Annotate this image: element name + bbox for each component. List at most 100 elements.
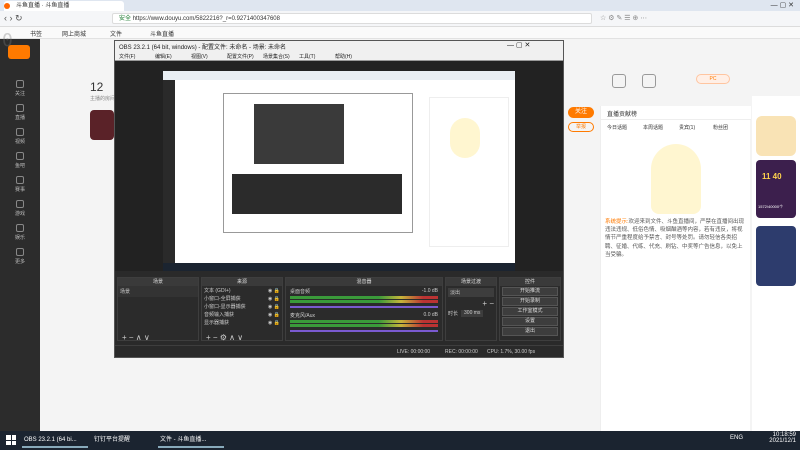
bookmark-item[interactable]: 网上商城: [62, 29, 86, 38]
source-item[interactable]: 音频输入捕获 ◉ 🔒: [204, 311, 280, 319]
obs-menu-item[interactable]: 编辑(E): [155, 53, 172, 60]
source-item[interactable]: 小窗口-显示器捕获 ◉ 🔒: [204, 303, 280, 311]
tab-fans[interactable]: 粉丝团: [713, 124, 728, 131]
nav-back-forward-icon[interactable]: ‹ › ↻: [4, 13, 23, 24]
source-item[interactable]: 文本 (GDI+) ◉ 🔒: [204, 287, 280, 295]
taskbar-item-dingtalk[interactable]: 钉钉平台提醒: [92, 433, 154, 448]
obs-menu-item[interactable]: 文件(F): [119, 53, 135, 60]
record-icon[interactable]: [612, 74, 626, 88]
nav-item[interactable]: 视频: [0, 126, 40, 148]
bookmark-item[interactable]: 文件: [110, 29, 122, 38]
source-item[interactable]: 显示器捕获 ◉ 🔒: [204, 319, 280, 327]
taskbar-item-browser[interactable]: 文件 - 斗鱼直播...: [158, 433, 224, 448]
event-badge[interactable]: [756, 116, 796, 156]
tab-week[interactable]: 本周话题: [643, 124, 663, 131]
obs-control-button[interactable]: 退出: [502, 327, 558, 336]
volume-slider[interactable]: [290, 306, 438, 308]
gift-rank-label: 直播贡献榜: [607, 112, 638, 118]
mixer-track-db: -1.0 dB: [421, 288, 438, 294]
nav-item[interactable]: 更多: [0, 246, 40, 268]
event-card[interactable]: 11 40 1572/40000个: [756, 160, 796, 218]
windows-start-icon[interactable]: [6, 435, 16, 445]
obs-control-button[interactable]: 开始录制: [502, 297, 558, 306]
chat-tabs[interactable]: 今日话题 本周话题 贵宾(1) 粉丝团: [601, 122, 751, 132]
audio-meter: [290, 300, 438, 303]
source-name: 显示器捕获: [204, 320, 230, 326]
obs-window-controls[interactable]: — ▢ ✕: [507, 41, 530, 49]
nav-icon: [16, 80, 24, 88]
preview-browser-bar: [163, 71, 515, 80]
source-name: 小窗口-全屏捕获: [204, 296, 241, 302]
url-input[interactable]: 安全 https://www.douyu.com/5822216?_r=0.92…: [112, 13, 592, 24]
taskbar-item-obs[interactable]: OBS 23.2.1 (64 bi...: [22, 433, 88, 448]
nested-obs-capture: [254, 104, 344, 164]
follow-button[interactable]: 关注: [568, 107, 594, 118]
nav-item[interactable]: 游戏: [0, 198, 40, 220]
browser-tab-active[interactable]: 斗鱼直播 · 斗鱼直播: [4, 1, 124, 11]
obs-window[interactable]: OBS 23.2.1 (64 bit, windows) - 配置文件: 未命名…: [114, 40, 564, 358]
obs-menu-item[interactable]: 场景集合(S): [263, 53, 290, 60]
header-action-icons[interactable]: PC: [612, 72, 742, 100]
visibility-lock-icon[interactable]: ◉ 🔒: [268, 303, 280, 311]
nav-item[interactable]: 赛事: [0, 174, 40, 196]
visibility-lock-icon[interactable]: ◉ 🔒: [268, 319, 280, 327]
bookmarks-bar: 书签 网上商城 文件 斗鱼直播: [0, 27, 800, 39]
source-controls[interactable]: + − ⚙ ∧ ∨: [206, 333, 243, 342]
obs-title-bar: OBS 23.2.1 (64 bit, windows) - 配置文件: 未命名…: [115, 41, 563, 52]
source-name: 音频输入捕获: [204, 312, 235, 318]
clock-date: 2021/12/1: [769, 438, 796, 444]
audio-meter: [290, 320, 438, 323]
volume-slider[interactable]: [290, 330, 438, 332]
visibility-lock-icon[interactable]: ◉ 🔒: [268, 295, 280, 303]
obs-menu-item[interactable]: 帮助(H): [335, 53, 352, 60]
clock[interactable]: 10:18:59 2021/12/1: [760, 432, 796, 444]
visibility-lock-icon[interactable]: ◉ 🔒: [268, 311, 280, 319]
preview-chat: [429, 97, 509, 247]
obs-menu-item[interactable]: 配置文件(P): [227, 53, 254, 60]
status-live: LIVE: 00:00:00: [397, 349, 431, 355]
nav-label: 关注: [14, 91, 25, 97]
audio-meter: [290, 296, 438, 299]
douyu-tab-icon: [4, 3, 10, 9]
tab-today[interactable]: 今日话题: [607, 124, 627, 131]
pc-client-badge[interactable]: PC: [696, 74, 730, 84]
avatar: [90, 110, 114, 140]
bookmark-item[interactable]: 斗鱼直播: [150, 29, 174, 38]
sources-dock: 来源 文本 (GDI+) ◉ 🔒 小窗口-全屏捕获 ◉ 🔒 小窗口-显示器捕获 ◉ 🔒 音频…: [201, 277, 283, 342]
nav-icon: [16, 128, 24, 136]
nav-item[interactable]: 直播: [0, 102, 40, 124]
watermark-line2: 0: [2, 30, 13, 51]
nested-obs-docks: [232, 174, 402, 214]
obs-control-button[interactable]: 设置: [502, 317, 558, 326]
obs-control-button[interactable]: 工作室模式: [502, 307, 558, 316]
obs-title: OBS 23.2.1 (64 bit, windows) - 配置文件: 未命名…: [119, 45, 287, 51]
toolbar-icons[interactable]: ☆ ⚙ ✎ ☰ ⊕ ⋯: [600, 14, 790, 23]
language-indicator[interactable]: ENG: [730, 435, 743, 441]
nav-item[interactable]: 鱼吧: [0, 150, 40, 172]
share-icon[interactable]: [642, 74, 656, 88]
transitions-dock-title: 场景过渡: [446, 278, 496, 286]
window-controls[interactable]: — ▢ ✕: [738, 1, 798, 10]
scene-controls[interactable]: + − ∧ ∨: [122, 333, 150, 342]
bookmark-item[interactable]: 书签: [30, 29, 42, 38]
obs-preview[interactable]: [163, 71, 515, 271]
transition-select[interactable]: 淡出: [448, 288, 494, 297]
mixer-dock: 混音器 桌面音频 -1.0 dB 麦克风/Aux 0.0 dB: [285, 277, 443, 341]
visibility-lock-icon[interactable]: ◉ 🔒: [268, 287, 280, 295]
report-button[interactable]: 举报: [568, 122, 594, 132]
tab-vip[interactable]: 贵宾(1): [679, 124, 695, 131]
notice-label: 系统提示:: [605, 219, 629, 225]
nav-item[interactable]: 关注: [0, 78, 40, 100]
mixer-track-name: 麦克风/Aux: [290, 313, 316, 319]
obs-menu-item[interactable]: 视图(V): [191, 53, 208, 60]
obs-menu-item[interactable]: 工具(T): [299, 53, 315, 60]
scene-item[interactable]: 场景: [118, 286, 198, 297]
preview-nested-window: [223, 93, 413, 233]
transition-add-remove[interactable]: + −: [448, 299, 494, 308]
scenes-dock-title: 场景: [118, 278, 198, 286]
promo-card[interactable]: [756, 226, 796, 286]
duration-input[interactable]: 300 ms: [461, 310, 484, 317]
obs-control-button[interactable]: 开始推流: [502, 287, 558, 296]
source-item[interactable]: 小窗口-全屏捕获 ◉ 🔒: [204, 295, 280, 303]
nav-item[interactable]: 娱乐: [0, 222, 40, 244]
